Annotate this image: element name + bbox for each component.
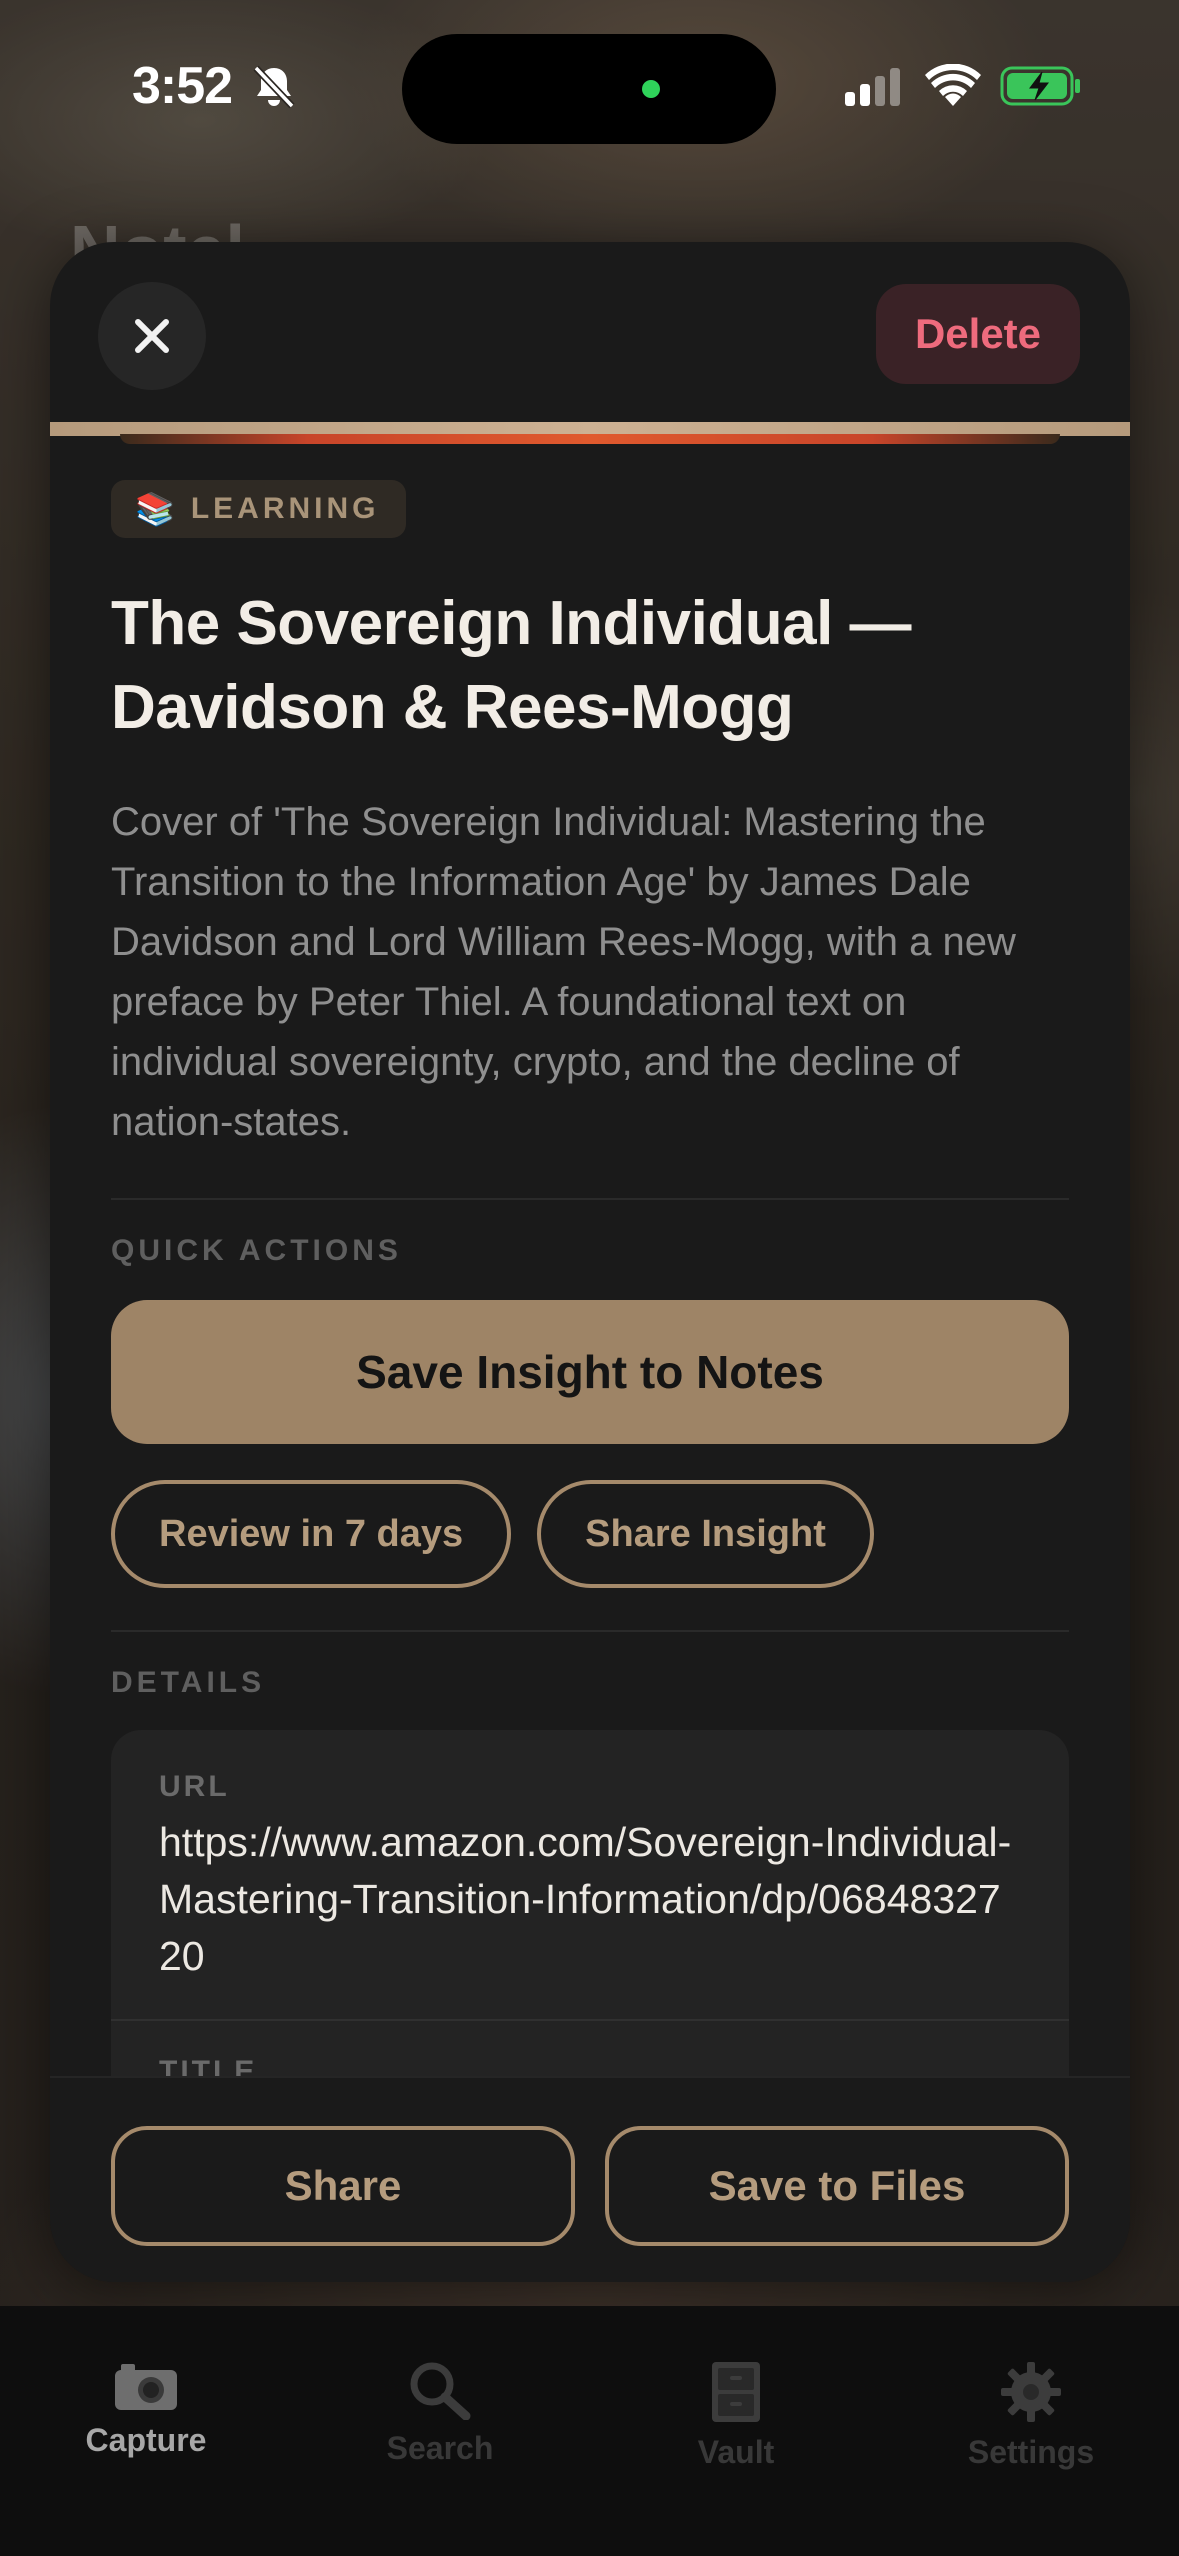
status-time: 3:52 <box>132 57 233 115</box>
sheet-footer: Share Save to Files <box>50 2076 1130 2282</box>
camera-icon <box>115 2364 177 2410</box>
books-icon: 📚 <box>135 491 175 527</box>
tab-label: Search <box>386 2430 494 2466</box>
book-cover-preview <box>120 434 1060 444</box>
category-label: LEARNING <box>190 492 380 525</box>
gear-icon <box>1001 2362 1061 2422</box>
file-cabinet-icon <box>712 2362 760 2422</box>
tab-capture[interactable]: Capture <box>26 2360 266 2459</box>
share-button[interactable]: Share <box>111 2126 575 2246</box>
delete-button[interactable]: Delete <box>876 284 1080 384</box>
review-later-button[interactable]: Review in 7 days <box>111 1480 512 1588</box>
close-button[interactable] <box>98 282 206 390</box>
tab-search[interactable]: Search <box>320 2360 560 2467</box>
secondary-actions: Review in 7 days Share Insight <box>111 1480 1069 1588</box>
sheet-content: 📚 LEARNING The Sovereign Individual — Da… <box>111 480 1069 2150</box>
wifi-icon <box>925 64 981 106</box>
details-label: DETAILS <box>111 1666 266 1699</box>
section-divider <box>111 1198 1069 1200</box>
section-divider <box>111 1630 1069 1632</box>
share-insight-button[interactable]: Share Insight <box>537 1480 874 1588</box>
save-insight-button[interactable]: Save Insight to Notes <box>111 1300 1069 1444</box>
url-field-value[interactable]: https://www.amazon.com/Sovereign-Individ… <box>159 1814 1021 1985</box>
tab-vault[interactable]: Vault <box>616 2360 856 2471</box>
tab-bar: Capture Search Vault Settings <box>0 2306 1179 2556</box>
tab-label: Vault <box>697 2434 775 2470</box>
field-divider <box>111 2019 1069 2021</box>
item-title: The Sovereign Individual — Davidson & Re… <box>111 589 912 742</box>
category-badge: 📚 LEARNING <box>111 480 406 538</box>
item-detail-sheet: Delete 📚 LEARNING The Sovereign Individu… <box>50 242 1130 2282</box>
tab-label: Settings <box>967 2434 1095 2470</box>
camera-indicator-dot <box>642 80 660 98</box>
battery-charging-icon <box>1000 66 1080 106</box>
quick-actions-label: QUICK ACTIONS <box>111 1234 402 1267</box>
item-description: Cover of 'The Sovereign Individual: Mast… <box>111 800 1016 1144</box>
cellular-signal-icon <box>845 68 900 106</box>
status-bar: 3:52 <box>0 0 1179 150</box>
magnifier-icon <box>410 2362 471 2420</box>
save-to-files-button[interactable]: Save to Files <box>605 2126 1069 2246</box>
dynamic-island <box>402 34 776 144</box>
url-field-label: URL <box>159 1770 230 1803</box>
silent-bell-icon <box>253 65 295 109</box>
tab-settings[interactable]: Settings <box>911 2360 1151 2471</box>
tab-label: Capture <box>85 2422 207 2458</box>
close-icon <box>135 319 169 353</box>
